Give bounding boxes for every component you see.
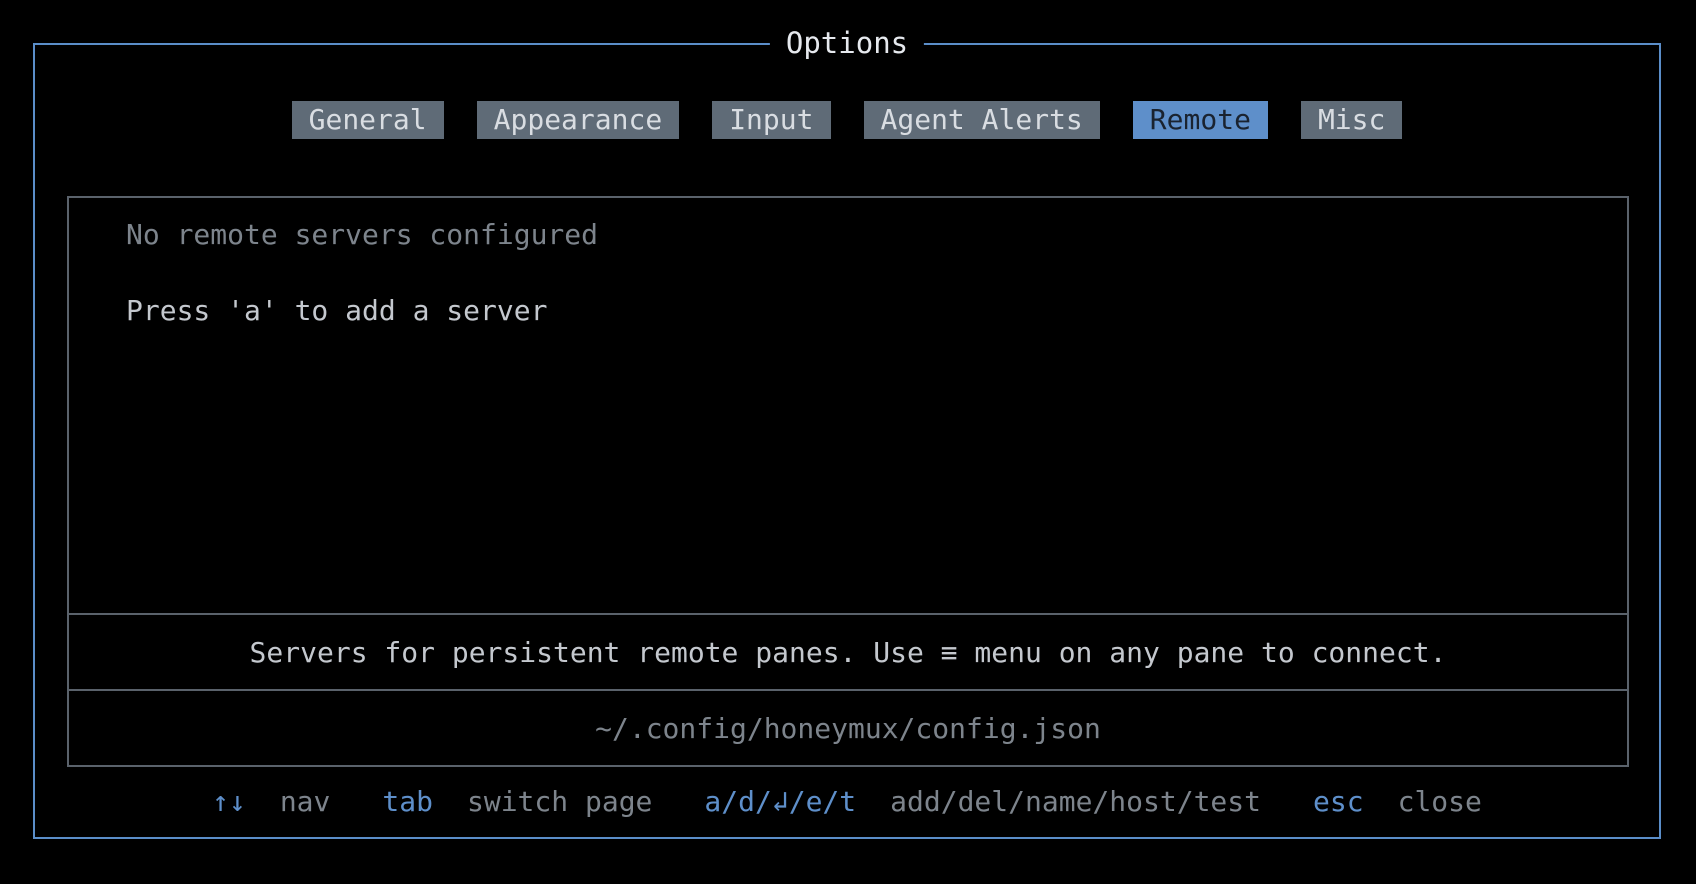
tab-remote[interactable]: Remote — [1132, 101, 1268, 139]
arrows-key: ↑↓ — [212, 785, 246, 818]
tab-input[interactable]: Input — [712, 101, 831, 139]
keybinding-bar: ↑↓ nav tab switch page a/d/↲/e/t add/del… — [35, 782, 1659, 822]
tab-agent-alerts[interactable]: Agent Alerts — [863, 101, 1100, 139]
description-text: Servers for persistent remote panes. Use… — [249, 635, 1447, 669]
config-path-panel: ~/.config/honeymux/config.json — [67, 689, 1629, 767]
switch-page-desc: switch page — [466, 785, 653, 818]
tab-key: tab — [382, 785, 433, 818]
actions-desc: add/del/name/host/test — [890, 785, 1262, 818]
tab-bar: General Appearance Input Agent Alerts Re… — [35, 101, 1659, 139]
keybinding-nav: ↑↓ nav — [212, 782, 330, 822]
options-dialog: Options General Appearance Input Agent A… — [33, 23, 1661, 839]
tab-general[interactable]: General — [291, 101, 444, 139]
description-panel: Servers for persistent remote panes. Use… — [67, 613, 1629, 691]
nav-desc: nav — [279, 785, 331, 818]
keybinding-actions: a/d/↲/e/t add/del/name/host/test — [704, 782, 1261, 822]
dialog-title: Options — [769, 23, 925, 63]
action-keys: a/d/↲/e/t — [704, 785, 857, 818]
server-list-panel[interactable]: No remote servers configured Press 'a' t… — [67, 196, 1629, 615]
close-desc: close — [1397, 785, 1482, 818]
tab-appearance[interactable]: Appearance — [476, 101, 680, 139]
add-server-hint: Press 'a' to add a server — [126, 294, 548, 327]
keybinding-tab: tab switch page — [382, 782, 652, 822]
esc-key: esc — [1313, 785, 1364, 818]
empty-state-message: No remote servers configured — [126, 218, 599, 251]
config-path-text: ~/.config/honeymux/config.json — [595, 711, 1101, 745]
tab-misc[interactable]: Misc — [1300, 101, 1403, 139]
keybinding-close: esc close — [1313, 782, 1482, 822]
